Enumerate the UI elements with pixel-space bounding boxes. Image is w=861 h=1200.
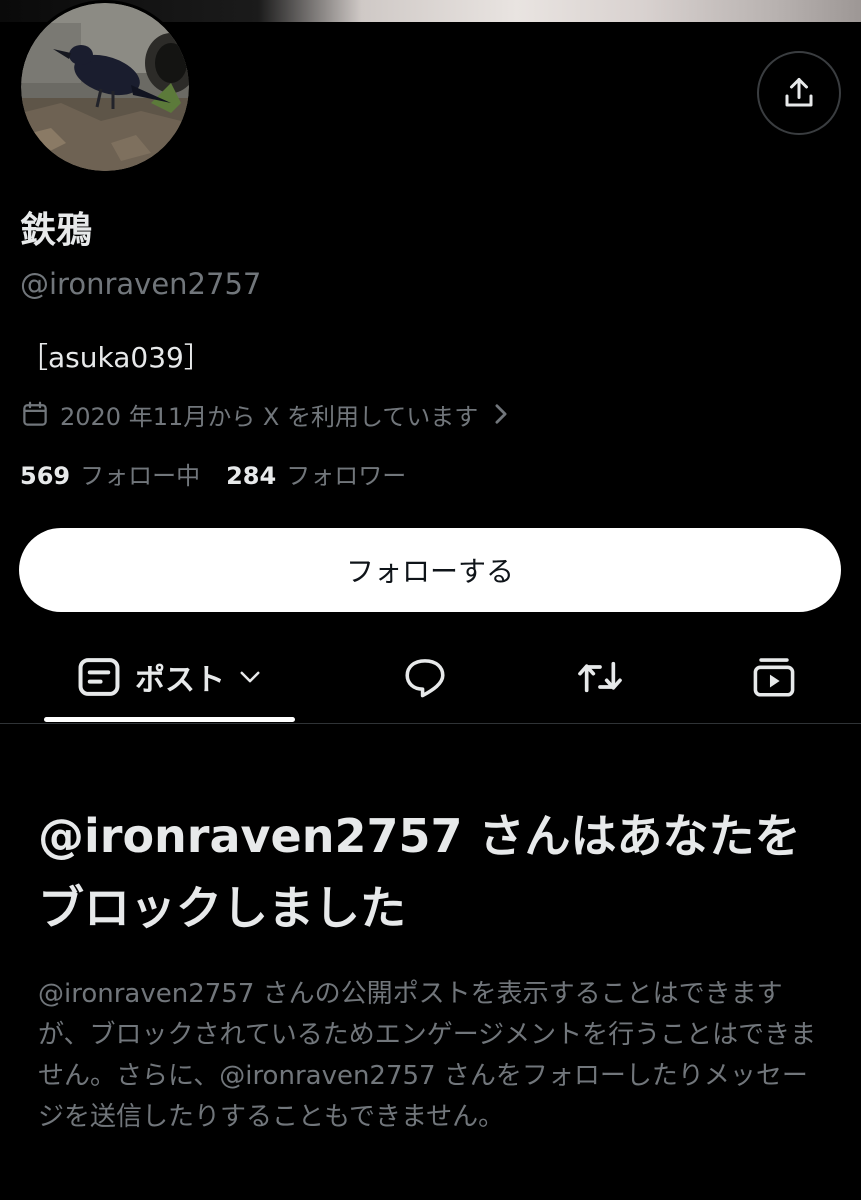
tab-posts[interactable]: ポスト xyxy=(44,630,294,724)
followers-label[interactable]: フォロワー xyxy=(286,458,406,494)
share-button[interactable] xyxy=(757,51,841,135)
avatar-image xyxy=(21,3,189,171)
display-name: 鉄鴉 xyxy=(20,210,93,251)
posts-icon xyxy=(77,657,121,697)
tab-media[interactable] xyxy=(734,630,814,724)
user-handle: @ironraven2757 xyxy=(20,267,262,301)
tabs-divider xyxy=(0,723,861,724)
avatar[interactable] xyxy=(18,0,192,174)
calendar-icon xyxy=(20,399,50,429)
follow-button[interactable]: フォローする xyxy=(19,528,841,612)
tab-reposts[interactable] xyxy=(560,630,640,724)
share-icon xyxy=(785,78,813,107)
profile-tabs: ポスト xyxy=(0,630,861,724)
chevron-down-icon xyxy=(239,670,261,684)
chevron-right-icon xyxy=(492,403,510,425)
blocked-title: @ironraven2757 さんはあなたをブロックしました xyxy=(38,809,801,935)
reply-icon xyxy=(405,659,445,698)
blocked-message: @ironraven2757 さんの公開ポストを表示することはできますが、ブロッ… xyxy=(38,979,817,1132)
media-icon xyxy=(753,658,795,697)
joined-date-row[interactable]: 2020 年11月から X を利用しています xyxy=(20,395,510,433)
repost-icon xyxy=(578,661,622,693)
followers-count[interactable]: 284 xyxy=(226,458,276,494)
tab-posts-label: ポスト xyxy=(135,663,225,698)
joined-date-text: 2020 年11月から X を利用しています xyxy=(60,402,479,431)
follow-stats: 569 フォロー中 284 フォロワー xyxy=(20,458,406,494)
tab-replies[interactable] xyxy=(385,630,465,724)
tab-selected-indicator xyxy=(44,717,295,722)
following-count[interactable]: 569 xyxy=(20,458,70,494)
bio: ［asuka039］ xyxy=(20,341,212,374)
following-label[interactable]: フォロー中 xyxy=(80,458,200,494)
